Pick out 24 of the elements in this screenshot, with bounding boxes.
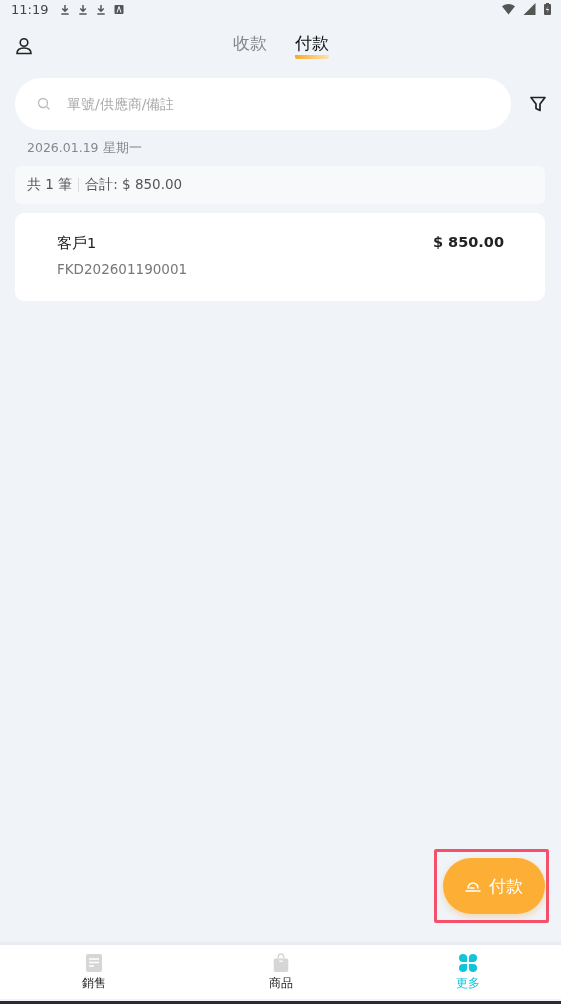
user-icon[interactable] [15, 37, 33, 55]
bag-icon [271, 953, 290, 973]
total-amount: 合計: $ 850.00 [85, 176, 183, 194]
record-count: 共 1 筆 [27, 176, 73, 194]
wifi-icon [502, 3, 515, 15]
nav-item[interactable]: 銷售 [0, 945, 187, 999]
date-label: 2026.01.19 星期一 [26, 139, 143, 157]
clover-icon [458, 953, 477, 973]
download-icon [60, 3, 71, 15]
status-time: 11:19 [11, 1, 49, 17]
search-field[interactable]: 單號/供應商/備註 [15, 78, 511, 130]
battery-icon [544, 3, 551, 15]
signal-icon [523, 3, 536, 15]
record-number: FKD202601190001 [57, 260, 189, 277]
notification-icon [114, 3, 125, 15]
document-icon [84, 953, 103, 973]
nav-item[interactable]: 商品 [187, 945, 374, 999]
record-name: 客戶1 [57, 233, 97, 253]
search-icon [37, 97, 51, 111]
record-card[interactable]: 客戶1 $ 850.00 FKD202601190001 [15, 213, 545, 301]
filter-icon[interactable] [529, 95, 547, 113]
record-amount: $ 850.00 [432, 233, 504, 252]
download-icon [78, 3, 89, 15]
download-icon [96, 3, 107, 15]
